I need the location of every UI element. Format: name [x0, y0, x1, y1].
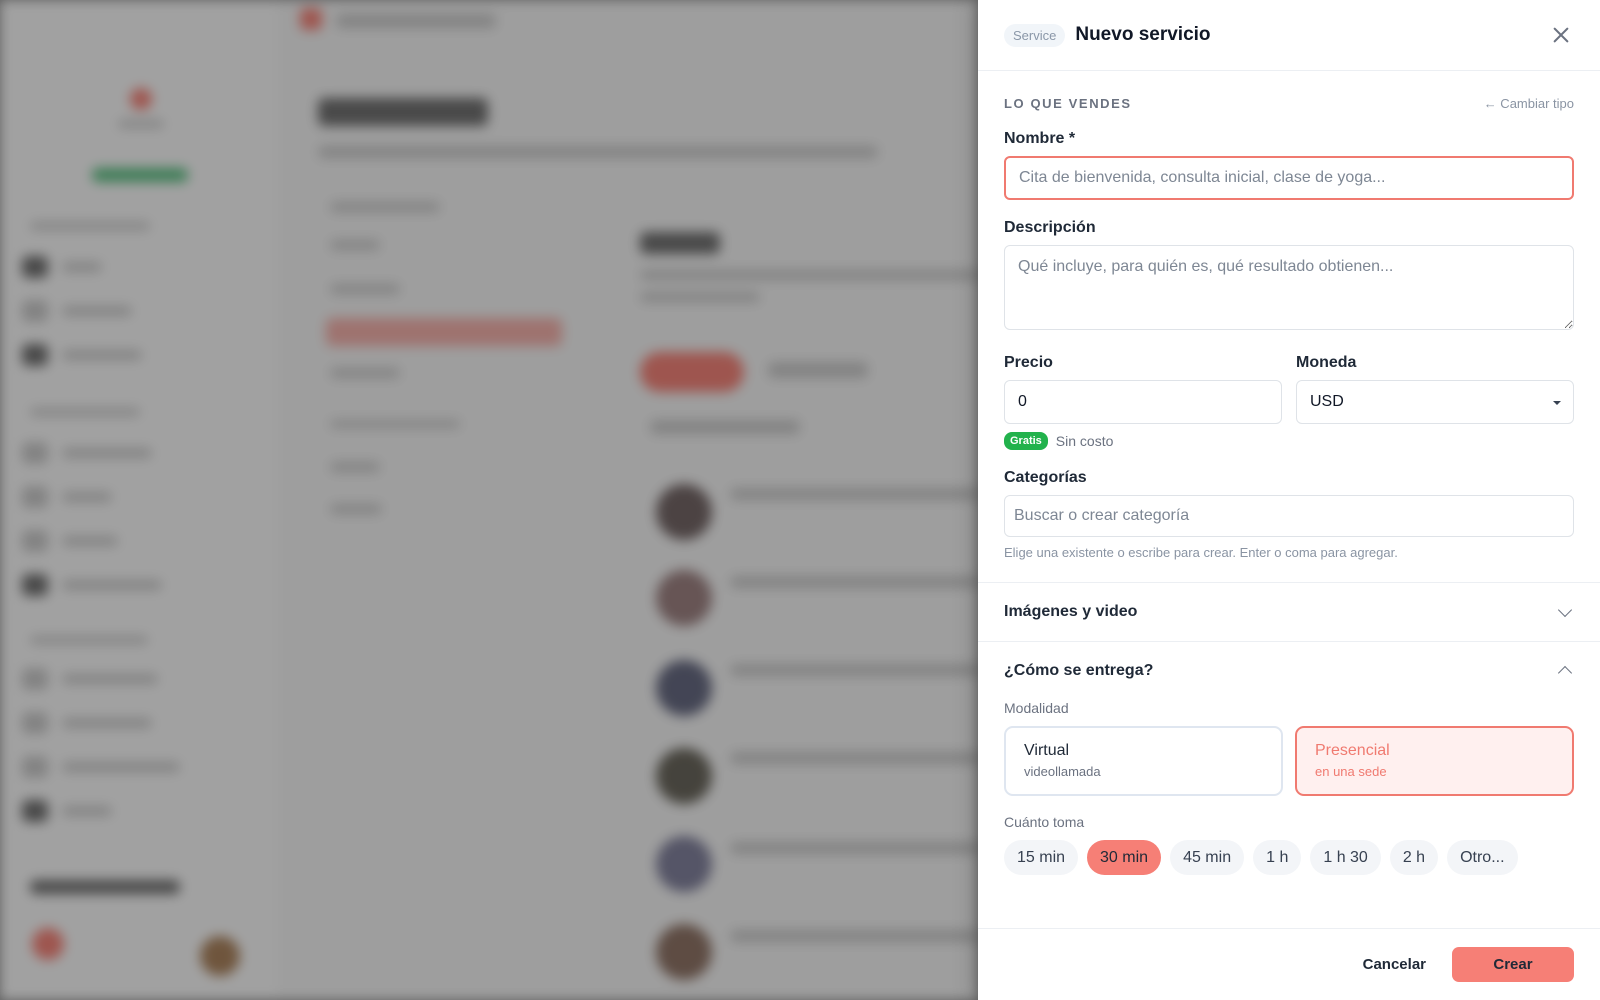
- name-label: Nombre *: [1004, 130, 1076, 147]
- cancel-button[interactable]: Cancelar: [1363, 956, 1426, 973]
- currency-label: Moneda: [1296, 354, 1357, 371]
- categories-help: Elige una existente o escribe para crear…: [1004, 545, 1398, 560]
- price-label: Precio: [1004, 354, 1053, 371]
- duration-chip-selected[interactable]: 30 min: [1087, 840, 1162, 875]
- name-input[interactable]: [1004, 156, 1574, 200]
- modality-title: Virtual: [1024, 742, 1070, 759]
- create-button[interactable]: Crear: [1452, 947, 1574, 982]
- change-type-link[interactable]: ← Cambiar tipo: [1484, 96, 1574, 111]
- chevron-down-icon: [1557, 602, 1573, 618]
- free-hint-text: Sin costo: [1055, 433, 1114, 449]
- duration-label: Cuánto toma: [1004, 814, 1085, 830]
- section-label: LO QUE VENDES: [1004, 96, 1132, 111]
- duration-chip[interactable]: Otro...: [1447, 840, 1518, 875]
- media-accordion[interactable]: Imágenes y video: [978, 582, 1600, 641]
- description-label: Descripción: [1004, 219, 1096, 236]
- currency-value: USD: [1310, 393, 1344, 410]
- drawer-footer: Cancelar Crear: [978, 928, 1600, 1000]
- duration-chip[interactable]: 45 min: [1170, 840, 1245, 875]
- duration-chip[interactable]: 2 h: [1389, 840, 1439, 875]
- modality-subtitle: videollamada: [1024, 764, 1101, 779]
- type-badge: Service: [1004, 23, 1066, 47]
- free-badge: Gratis: [1004, 432, 1048, 450]
- categories-label: Categorías: [1004, 469, 1087, 486]
- drawer-header: Service Nuevo servicio: [978, 0, 1600, 71]
- new-service-drawer: Service Nuevo servicio LO QUE VENDES ← C…: [978, 0, 1600, 1000]
- currency-select[interactable]: USD: [1296, 380, 1574, 424]
- delivery-accordion-title: ¿Cómo se entrega?: [1004, 662, 1154, 679]
- duration-chip[interactable]: 15 min: [1004, 840, 1079, 875]
- categories-input[interactable]: [1004, 495, 1574, 537]
- delivery-accordion[interactable]: ¿Cómo se entrega?: [978, 641, 1600, 700]
- close-icon[interactable]: [1550, 24, 1572, 46]
- delivery-section: Modalidad Virtual videollamada Presencia…: [978, 700, 1600, 875]
- modality-subtitle: en una sede: [1315, 764, 1387, 779]
- price-hint: Gratis Sin costo: [1004, 432, 1574, 450]
- modality-label: Modalidad: [1004, 700, 1069, 716]
- modality-virtual-option[interactable]: Virtual videollamada: [1004, 726, 1283, 796]
- duration-options: 15 min 30 min 45 min 1 h 1 h 30 2 h Otro…: [1004, 840, 1574, 875]
- modality-in-person-option[interactable]: Presencial en una sede: [1295, 726, 1574, 796]
- duration-chip[interactable]: 1 h: [1253, 840, 1302, 875]
- what-you-sell-section: LO QUE VENDES ← Cambiar tipo Nombre * De…: [978, 96, 1600, 560]
- price-input[interactable]: [1004, 380, 1282, 424]
- modality-title: Presencial: [1315, 742, 1390, 759]
- modal-backdrop[interactable]: [0, 0, 978, 1000]
- description-textarea[interactable]: [1004, 245, 1574, 330]
- caret-down-icon: [1553, 401, 1561, 405]
- chevron-up-icon: [1557, 665, 1573, 681]
- media-accordion-title: Imágenes y video: [1004, 603, 1138, 620]
- duration-chip[interactable]: 1 h 30: [1310, 840, 1381, 875]
- drawer-title: Nuevo servicio: [1075, 24, 1211, 45]
